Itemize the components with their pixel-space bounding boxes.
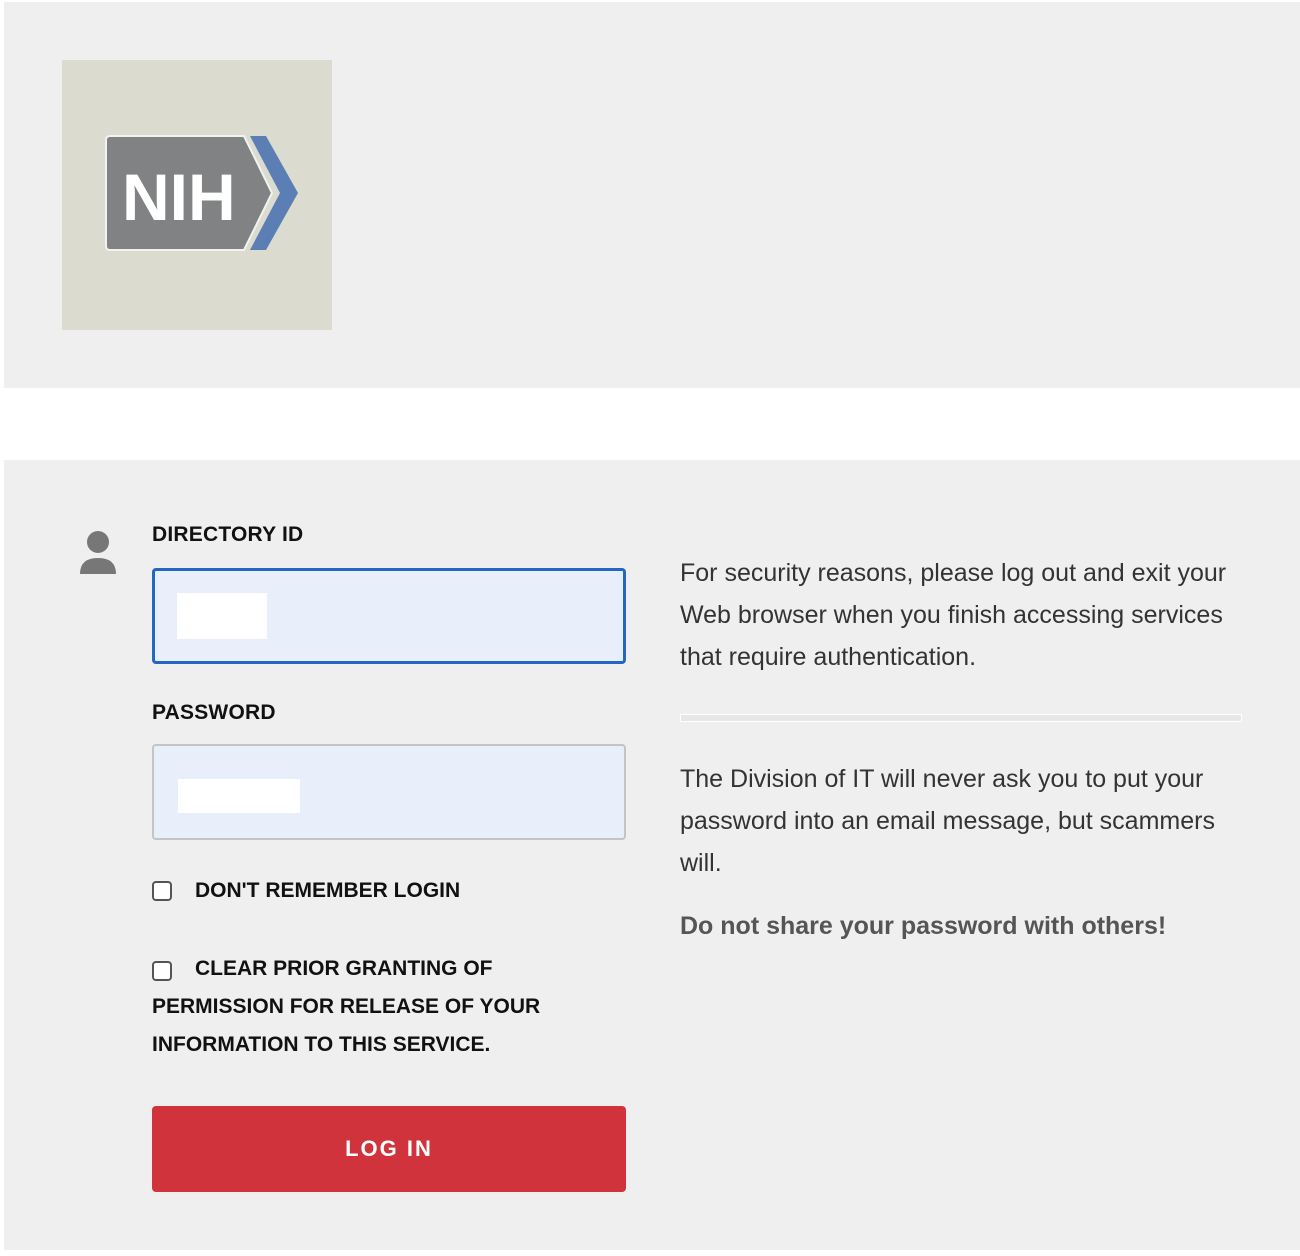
password-field[interactable] xyxy=(152,744,626,840)
nih-logo-text: NIH xyxy=(122,160,236,234)
login-button[interactable]: LOG IN xyxy=(152,1106,626,1192)
clear-permission-label-line1[interactable]: CLEAR PRIOR GRANTING OF xyxy=(195,950,493,988)
password-warning: Do not share your password with others! xyxy=(680,912,1167,940)
clear-permission-checkbox[interactable] xyxy=(152,961,172,981)
clear-permission-label-line2[interactable]: PERMISSION FOR RELEASE OF YOUR xyxy=(152,988,540,1026)
divider xyxy=(680,714,1242,722)
division-notice-line2: password into an email message, but scam… xyxy=(680,807,1215,835)
clear-permission-label-line3[interactable]: INFORMATION TO THIS SERVICE. xyxy=(152,1026,490,1064)
password-label: PASSWORD xyxy=(152,701,276,724)
dont-remember-label[interactable]: DON'T REMEMBER LOGIN xyxy=(195,872,460,910)
header: NIH xyxy=(4,2,1300,388)
directory-id-field[interactable] xyxy=(152,568,626,664)
user-icon xyxy=(80,531,116,574)
nih-logo: NIH xyxy=(62,60,332,330)
division-notice-line3: will. xyxy=(680,849,722,877)
nih-logo-graphic: NIH xyxy=(105,135,298,251)
security-notice-line2: Web browser when you finish accessing se… xyxy=(680,601,1223,629)
directory-id-input[interactable] xyxy=(155,571,623,661)
login-panel: DIRECTORY ID PASSWORD DON'T REMEMBER LOG… xyxy=(4,460,1300,1250)
dont-remember-checkbox[interactable] xyxy=(152,881,172,901)
directory-id-label: DIRECTORY ID xyxy=(152,523,304,546)
password-input[interactable] xyxy=(154,746,624,838)
security-notice-line1: For security reasons, please log out and… xyxy=(680,559,1227,587)
security-notice-line3: that require authentication. xyxy=(680,643,977,671)
division-notice-line1: The Division of IT will never ask you to… xyxy=(680,765,1204,793)
